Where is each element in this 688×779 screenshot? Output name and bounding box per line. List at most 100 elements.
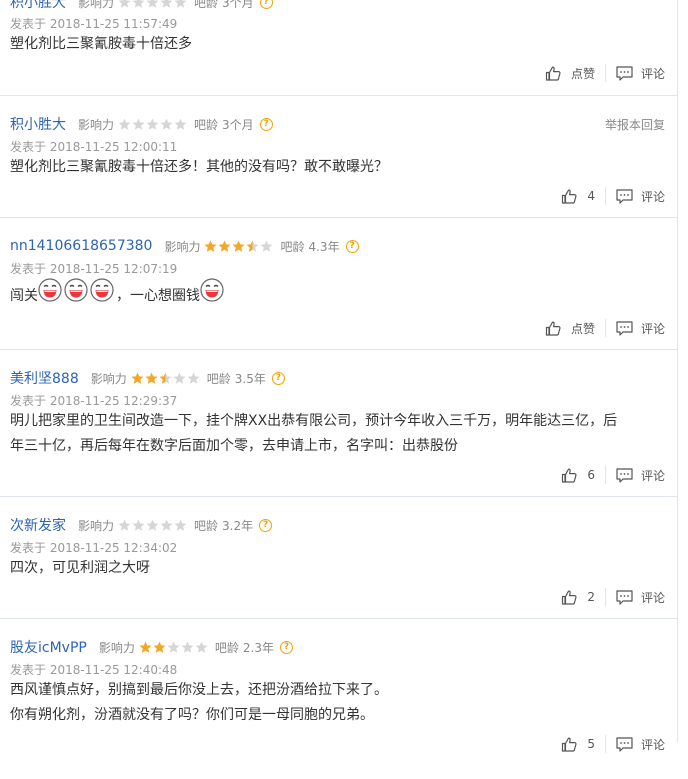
like-button[interactable]: 点赞	[545, 320, 595, 337]
influence-label: 影响力	[98, 640, 135, 655]
username[interactable]: 美利坚888	[10, 368, 79, 388]
bar-age-value: 3个月	[222, 0, 254, 10]
star-icon	[187, 372, 200, 385]
comment-text-start: 闯关	[10, 288, 38, 304]
bar-age-value: 4.3年	[308, 239, 340, 254]
comment-button[interactable]: 评论	[616, 65, 665, 82]
like-count: 4	[587, 189, 595, 203]
comment-text: 四次，可见利润之大呀	[10, 560, 150, 576]
comment-text-end: ，一心想圈钱	[116, 288, 200, 304]
bar-age-value: 2.3年	[242, 640, 274, 655]
username[interactable]: 次新发家	[10, 515, 66, 535]
help-icon[interactable]: ?	[271, 371, 285, 385]
like-button[interactable]: 4	[561, 189, 595, 204]
comment-text: 西风谨慎点好，别搞到最后你没上去，还把汾酒给拉下来了。 你有朔化剂，汾酒就没有了…	[10, 678, 663, 728]
help-icon[interactable]: ?	[345, 239, 359, 253]
help-icon[interactable]: ?	[259, 518, 273, 532]
comment-line: 年三十亿，再后每年在数字后面加个零，去申请上市，名字叫：出恭股份	[10, 438, 458, 454]
star-icon	[195, 641, 208, 654]
thumbs-up-icon	[545, 66, 566, 81]
comment-line: 你有朔化剂，汾酒就没有了吗？你们可是一母同胞的兄弟。	[10, 707, 374, 723]
influence-label: 影响力	[78, 518, 115, 533]
report-link[interactable]: 举报本回复	[605, 116, 665, 133]
influence-label: 影响力	[78, 117, 115, 132]
right-border	[677, 0, 678, 742]
bar-age-value: 3.5年	[234, 371, 266, 386]
influence-stars	[118, 519, 188, 532]
posted-label: 发表于	[10, 394, 47, 408]
comment-label: 评论	[640, 468, 665, 483]
like-count: 2	[587, 590, 595, 604]
laughing-emoji-icon	[38, 278, 62, 302]
influence-label: 影响力	[90, 371, 127, 386]
comment-label: 评论	[640, 737, 665, 752]
star-icon	[204, 240, 217, 253]
username[interactable]: 积小胜大	[10, 0, 66, 12]
posted-label: 发表于	[10, 262, 47, 276]
posted-label: 发表于	[10, 541, 47, 555]
divider	[604, 588, 606, 606]
like-button[interactable]: 6	[561, 468, 595, 483]
star-icon	[146, 118, 159, 131]
star-icon	[174, 0, 187, 9]
star-icon	[173, 372, 186, 385]
help-icon[interactable]: ?	[259, 117, 273, 131]
comment-text: 明儿把家里的卫生间改造一下，挂个牌XX出恭有限公司，预计今年收入三千万，明年能达…	[10, 409, 663, 459]
influence-label: 影响力	[164, 239, 201, 254]
comment-button[interactable]: 评论	[616, 320, 665, 337]
post-time-value: 2018-11-25 12:29:37	[49, 394, 178, 408]
divider	[604, 64, 606, 82]
laughing-emoji-icon	[90, 278, 114, 302]
comment-line: 明儿把家里的卫生间改造一下，挂个牌XX出恭有限公司，预计今年收入三千万，明年能达…	[10, 413, 618, 429]
post-time: 发表于 2018-11-25 12:34:02	[10, 539, 177, 556]
star-icon	[174, 118, 187, 131]
post-time-value: 2018-11-25 12:40:48	[49, 663, 178, 677]
bar-age-value: 3个月	[222, 117, 254, 132]
comment-actions: 2 评论	[561, 587, 665, 607]
like-button[interactable]: 5	[561, 737, 595, 752]
posted-label: 发表于	[10, 17, 47, 31]
bar-age-value: 3.2年	[222, 518, 254, 533]
thumbs-up-icon	[561, 189, 582, 204]
comment-item: nn14106618657380 影响力 吧龄 4.3年 ? 发表于 2018-…	[0, 218, 677, 350]
star-icon	[145, 372, 158, 385]
comment-button[interactable]: 评论	[616, 467, 665, 484]
comment-item: 积小胜大 影响力 吧龄 3个月 ? 举报本回复 发表于 2018-11-25 1…	[0, 96, 677, 218]
comment-button[interactable]: 评论	[616, 589, 665, 606]
posted-label: 发表于	[10, 140, 47, 154]
username[interactable]: 积小胜大	[10, 114, 66, 134]
star-icon	[218, 240, 231, 253]
influence-label: 影响力	[78, 0, 115, 10]
star-icon	[246, 240, 259, 253]
username[interactable]: 股友icMvPP	[10, 637, 87, 657]
like-button[interactable]: 2	[561, 590, 595, 605]
like-count: 5	[587, 737, 595, 751]
comment-button[interactable]: 评论	[616, 736, 665, 753]
star-icon	[181, 641, 194, 654]
star-icon	[146, 0, 159, 9]
star-icon	[174, 519, 187, 532]
post-time: 发表于 2018-11-25 12:40:48	[10, 661, 177, 678]
comment-text: 闯关 ，一心想圈钱	[10, 278, 663, 309]
bar-age-label: 吧龄	[194, 0, 219, 10]
username[interactable]: nn14106618657380	[10, 238, 152, 254]
help-icon[interactable]: ?	[279, 640, 293, 654]
thumbs-up-icon	[561, 468, 582, 483]
bar-age-label: 吧龄	[206, 371, 231, 386]
laughing-emoji-icon	[200, 278, 224, 302]
like-count: 点赞	[570, 66, 595, 81]
thumbs-up-icon	[561, 737, 582, 752]
comment-bubble-icon	[616, 320, 637, 336]
laughing-emoji-icon	[64, 278, 88, 302]
comment-item: 次新发家 影响力 吧龄 3.2年 ? 发表于 2018-11-25 12:34:…	[0, 497, 677, 619]
like-button[interactable]: 点赞	[545, 65, 595, 82]
star-icon	[118, 118, 131, 131]
divider	[604, 466, 606, 484]
help-icon[interactable]: ?	[259, 0, 273, 9]
comment-actions: 4 评论	[561, 186, 665, 206]
star-icon	[132, 118, 145, 131]
bar-age-label: 吧龄	[194, 117, 219, 132]
post-time: 发表于 2018-11-25 11:57:49	[10, 15, 177, 32]
bar-age-label: 吧龄	[194, 518, 219, 533]
comment-button[interactable]: 评论	[616, 188, 665, 205]
